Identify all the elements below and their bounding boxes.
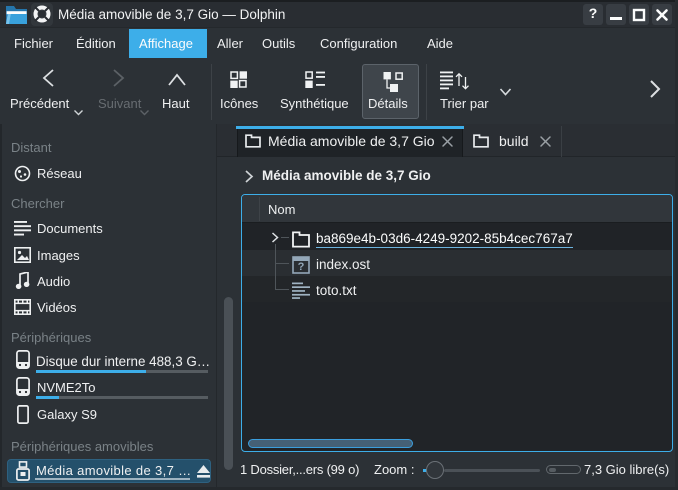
svg-text:?: ?	[298, 261, 305, 273]
